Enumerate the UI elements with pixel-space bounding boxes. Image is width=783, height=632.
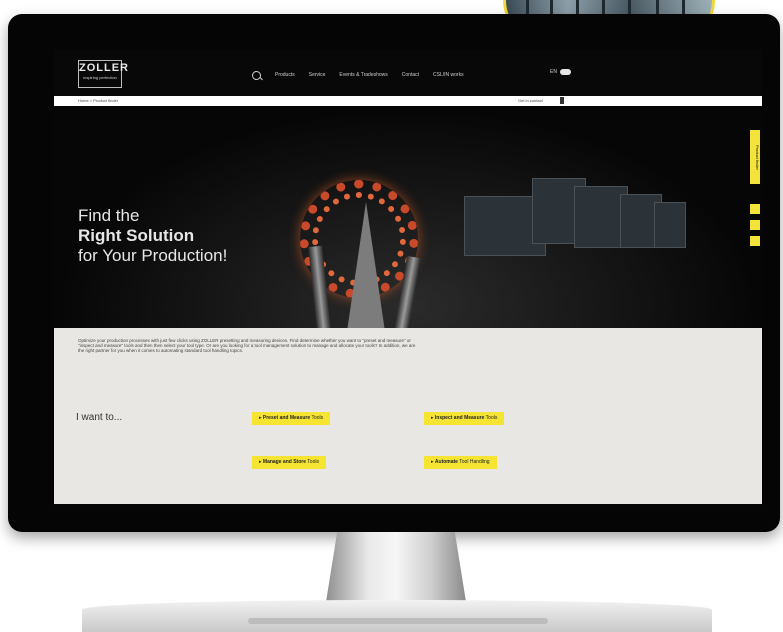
button-rest-label: Tools [484,415,498,421]
content-section: Optimize your production processes with … [54,328,762,504]
inspect-measure-button[interactable]: ▸ Inspect and Measure Tools [424,412,505,425]
language-label: EN [550,69,557,75]
monitor-stand-neck [326,532,466,602]
language-toggle-icon[interactable] [559,69,571,75]
button-bold-label: Automate [434,459,458,465]
manage-store-button[interactable]: ▸ Manage and Store Tools [252,456,326,469]
breadcrumb[interactable]: Home > Product finder [78,98,118,103]
nav-item-products[interactable]: Products [275,72,295,78]
logo-text: ZOLLER [79,62,129,74]
hero-headline: Find the Right Solution for Your Product… [78,206,227,266]
nav-item-contact[interactable]: Contact [402,72,419,78]
button-bold-label: Inspect and Measure [434,415,485,421]
website-screen: ZOLLER inspiring perfection Products Ser… [54,50,762,506]
nav-item-service[interactable]: Service [309,72,326,78]
nav-item-events[interactable]: Events & Tradeshows [339,72,387,78]
logo-subtext: inspiring perfection [83,75,117,80]
headline-line-2: Right Solution [78,226,195,245]
headline-line-1: Find the [78,206,140,225]
button-bold-label: Preset and Measure [262,415,311,421]
monitor-stand-base [82,600,712,632]
contact-icon[interactable] [560,97,564,104]
button-rest-label: Tool Handling [457,459,490,465]
i-want-to-label: I want to... [76,412,123,423]
site-logo[interactable]: ZOLLER inspiring perfection [78,60,128,88]
intro-text: Optimize your production processes with … [78,338,416,354]
site-header: ZOLLER inspiring perfection Products Ser… [54,50,762,95]
search-icon[interactable] [252,70,261,80]
preset-measure-button[interactable]: ▸ Preset and Measure Tools [252,412,331,425]
breadcrumb-bar: Home > Product finder Get in contact [54,96,762,106]
headline-line-3: for Your Production! [78,246,228,265]
software-screen-panel [654,202,686,248]
button-bold-label: Manage and Store [262,459,306,465]
language-switch[interactable]: EN [550,69,571,75]
button-rest-label: Tools [310,415,324,421]
monitor-bezel: ZOLLER inspiring perfection Products Ser… [8,14,780,532]
contact-icon[interactable] [750,220,760,230]
automate-button[interactable]: ▸ Automate Tool Handling [424,456,497,469]
contact-link[interactable]: Get in contact [518,98,543,103]
button-rest-label: Tools [305,459,319,465]
hero-section: Find the Right Solution for Your Product… [54,106,762,407]
nav-item-works[interactable]: CSL/IN works [433,72,464,78]
main-navigation: Products Service Events & Tradeshows Con… [252,69,464,81]
monitor-base-edge [248,618,548,624]
folder-icon[interactable] [750,236,760,246]
phone-icon[interactable] [750,204,760,214]
product-finder-side-tab[interactable]: Product finder [750,130,760,184]
side-tab-label: Product finder [755,144,760,170]
